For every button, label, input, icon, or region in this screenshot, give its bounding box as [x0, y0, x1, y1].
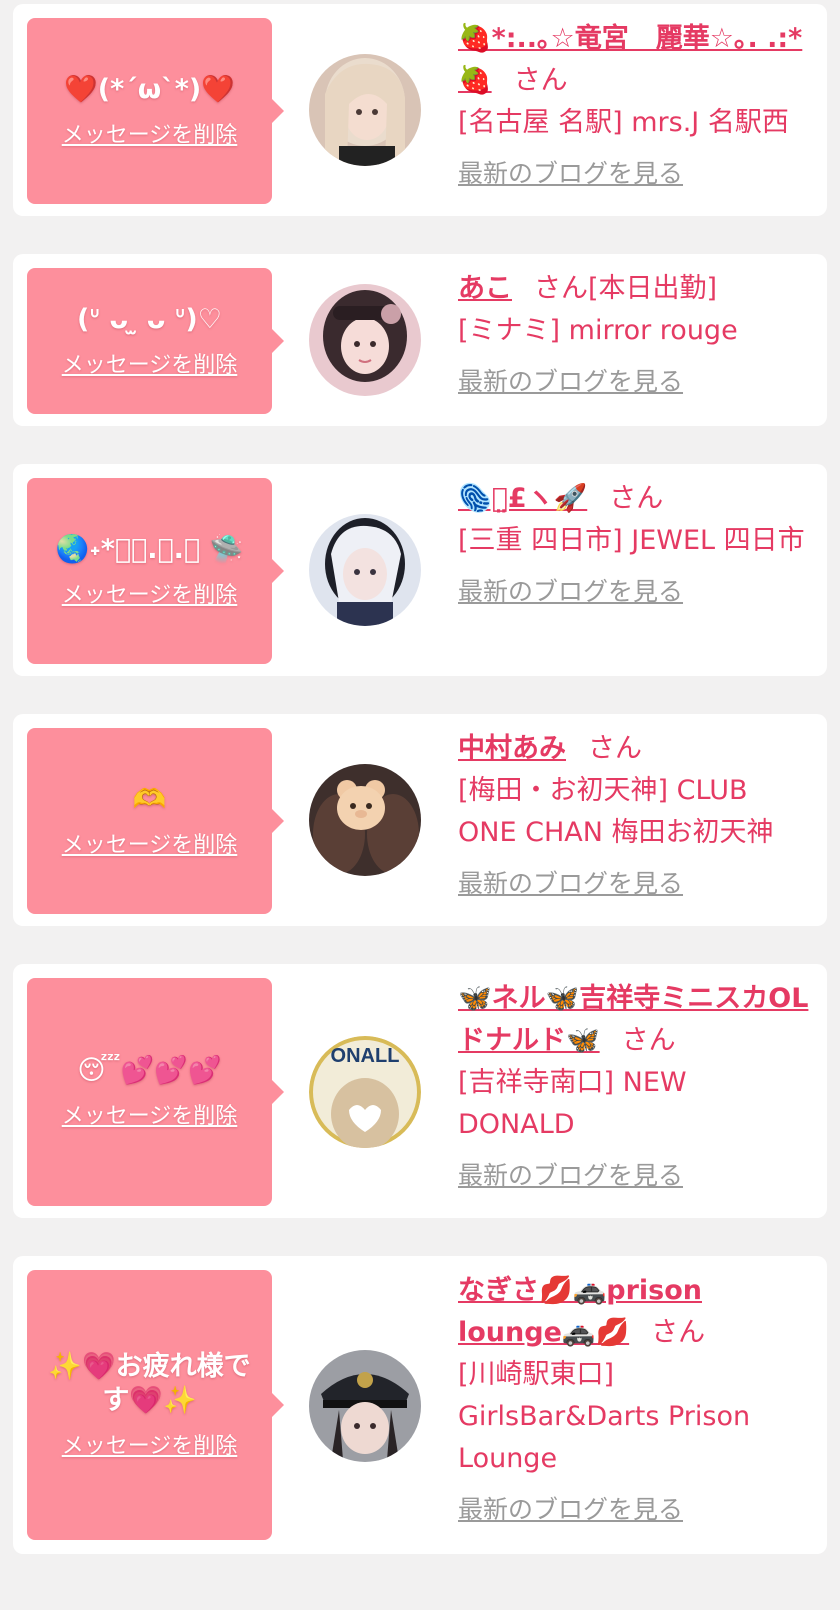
honorific: さん [621, 1025, 676, 1056]
svg-text:ONALL: ONALL [331, 1045, 400, 1067]
girl-name-link[interactable]: あこ [458, 273, 512, 304]
latest-blog-link[interactable]: 最新のブログを見る [458, 1490, 683, 1526]
delete-message-link[interactable]: メッセージを削除 [62, 1098, 238, 1130]
girl-avatar-dark-hair-icon[interactable] [309, 284, 421, 396]
girl-info: なぎさ💋🚓prison lounge🚓💋 さん [川崎駅東口] GirlsBar&… [458, 1270, 811, 1526]
latest-blog-link[interactable]: 最新のブログを見る [458, 572, 683, 608]
latest-blog-link[interactable]: 最新のブログを見る [458, 154, 683, 190]
message-bubble: 🫶 メッセージを削除 [27, 728, 284, 914]
girl-avatar-police-cap-icon[interactable] [309, 1350, 421, 1462]
name-line: あこ さん[本日出勤] [458, 268, 811, 310]
message-list: ❤️(*´ω`*)❤️ メッセージを削除 🍓*:..｡☆竜宮 麗華☆｡. .:*… [0, 0, 840, 1610]
message-text: ❤️(*´ω`*)❤️ [64, 74, 235, 105]
message-card: (ᐡ ᴗ ̫ ᴗ ᐡ)♡ メッセージを削除 あこ さん[本日出勤] [ミナミ] m… [13, 254, 827, 426]
message-bubble: ❤️(*´ω`*)❤️ メッセージを削除 [27, 18, 284, 204]
girl-avatar-donald-logo-icon[interactable]: ONALL [309, 1036, 421, 1148]
girl-avatar-white-hair-icon[interactable] [309, 514, 421, 626]
message-bubble: (ᐡ ᴗ ̫ ᴗ ᐡ)♡ メッセージを削除 [27, 268, 284, 414]
message-bubble: 😴💕💕💕 メッセージを削除 [27, 978, 284, 1206]
message-text: 🫶 [132, 784, 167, 815]
girl-avatar-bear-sticker-icon[interactable] [309, 764, 421, 876]
shop-name: [ミナミ] mirror rouge [458, 315, 738, 346]
girl-avatar-blonde-icon[interactable] [309, 54, 421, 166]
message-text: 🌏˖*ﾟ･.｡.ﾟ 🛸 [55, 534, 244, 565]
message-card: 🫶 メッセージを削除 中村あみ さん [梅田・お初天神] CLUB ONE CHA… [13, 714, 827, 926]
shop-name: [吉祥寺南口] NEW DONALD [458, 1067, 687, 1140]
girl-name-link[interactable]: 🍓*:..｡☆竜宮 麗華☆｡. .:*🍓 [458, 23, 802, 96]
delete-message-link[interactable]: メッセージを削除 [62, 827, 238, 859]
honorific: さん [651, 1317, 706, 1348]
honorific: さん [588, 733, 642, 764]
girl-info: 中村あみ さん [梅田・お初天神] CLUB ONE CHAN 梅田お初天神 最新… [458, 728, 811, 900]
message-text: (ᐡ ᴗ ̫ ᴗ ᐡ)♡ [77, 304, 222, 335]
honorific: さん [534, 273, 588, 304]
message-bubble: 🌏˖*ﾟ･.｡.ﾟ 🛸 メッセージを削除 [27, 478, 284, 664]
latest-blog-link[interactable]: 最新のブログを見る [458, 362, 683, 398]
girl-info: 🫆ꪔ̤£ヽ🚀 さん [三重 四日市] JEWEL 四日市 最新のブログを見る [458, 478, 811, 608]
delete-message-link[interactable]: メッセージを削除 [62, 1428, 238, 1460]
shop-name: [梅田・お初天神] CLUB ONE CHAN 梅田お初天神 [458, 775, 774, 848]
message-card: 🌏˖*ﾟ･.｡.ﾟ 🛸 メッセージを削除 🫆ꪔ̤£ヽ🚀 さん [三重 四日市] J… [13, 464, 827, 676]
message-card: ❤️(*´ω`*)❤️ メッセージを削除 🍓*:..｡☆竜宮 麗華☆｡. .:*… [13, 4, 827, 216]
latest-blog-link[interactable]: 最新のブログを見る [458, 1156, 683, 1192]
name-line: 🫆ꪔ̤£ヽ🚀 さん [458, 478, 811, 520]
message-card: ✨💗お疲れ様です💗✨ メッセージを削除 なぎさ💋🚓prison lounge🚓💋… [13, 1256, 827, 1554]
name-line: 中村あみ さん [458, 728, 811, 770]
girl-name-link[interactable]: 🫆ꪔ̤£ヽ🚀 [458, 483, 587, 514]
latest-blog-link[interactable]: 最新のブログを見る [458, 864, 683, 900]
shop-name: [名古屋 名駅] mrs.J 名駅西 [458, 107, 789, 138]
message-bubble: ✨💗お疲れ様です💗✨ メッセージを削除 [27, 1270, 284, 1540]
shop-name: [川崎駅東口] GirlsBar&Darts Prison Lounge [458, 1359, 751, 1474]
honorific: さん [609, 483, 664, 514]
message-card: 😴💕💕💕 メッセージを削除 ONALL 🦋ネル🦋吉祥寺ミニスカOLドナルド🦋 さん… [13, 964, 827, 1218]
girl-info: 🍓*:..｡☆竜宮 麗華☆｡. .:*🍓 さん [名古屋 名駅] mrs.J 名駅… [458, 18, 811, 190]
honorific: さん [513, 65, 568, 96]
message-text: 😴💕💕💕 [77, 1055, 222, 1086]
girl-info: 🦋ネル🦋吉祥寺ミニスカOLドナルド🦋 さん [吉祥寺南口] NEW DONALD … [458, 978, 811, 1192]
delete-message-link[interactable]: メッセージを削除 [62, 347, 238, 379]
shop-name: [三重 四日市] JEWEL 四日市 [458, 525, 805, 556]
delete-message-link[interactable]: メッセージを削除 [62, 577, 238, 609]
message-text: ✨💗お疲れ様です💗✨ [48, 1351, 251, 1416]
delete-message-link[interactable]: メッセージを削除 [62, 117, 238, 149]
name-line: なぎさ💋🚓prison lounge🚓💋 さん [458, 1270, 811, 1354]
girl-name-link[interactable]: 中村あみ [458, 733, 566, 764]
name-line: 🍓*:..｡☆竜宮 麗華☆｡. .:*🍓 さん [458, 18, 811, 102]
name-line: 🦋ネル🦋吉祥寺ミニスカOLドナルド🦋 さん [458, 978, 811, 1062]
girl-info: あこ さん[本日出勤] [ミナミ] mirror rouge 最新のブログを見る [458, 268, 811, 398]
today-working-badge: [本日出勤] [588, 273, 718, 304]
